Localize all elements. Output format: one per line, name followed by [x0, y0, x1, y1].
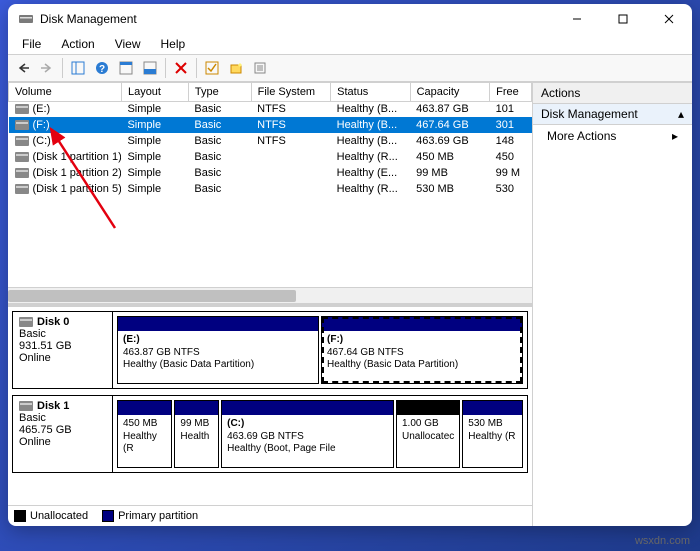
titlebar: Disk Management	[8, 4, 692, 34]
volume-icon	[15, 184, 29, 194]
actions-header: Actions	[533, 83, 692, 104]
volume-row[interactable]: (Disk 1 partition 1)SimpleBasicHealthy (…	[9, 149, 532, 165]
legend: Unallocated Primary partition	[8, 505, 532, 526]
properties-button[interactable]	[249, 57, 271, 79]
menubar: File Action View Help	[8, 34, 692, 54]
volume-icon	[15, 104, 29, 114]
partition[interactable]: 1.00 GBUnallocatec	[396, 400, 460, 468]
disk-graphical-view: Disk 0Basic931.51 GBOnline(E:)463.87 GB …	[8, 307, 532, 505]
disk-management-window: Disk Management File Action View Help ?	[8, 4, 692, 526]
partition[interactable]: (F:)467.64 GB NTFSHealthy (Basic Data Pa…	[321, 316, 523, 384]
col-type[interactable]: Type	[188, 83, 251, 101]
horizontal-scrollbar[interactable]	[8, 287, 532, 303]
actions-section[interactable]: Disk Management ▴	[533, 104, 692, 125]
disk-label[interactable]: Disk 1Basic465.75 GBOnline	[13, 396, 113, 472]
disk-mgmt-icon	[18, 11, 34, 27]
settings-view-button[interactable]	[115, 57, 137, 79]
col-status[interactable]: Status	[331, 83, 410, 101]
collapse-icon: ▴	[678, 107, 684, 121]
back-button[interactable]	[12, 57, 34, 79]
volume-row[interactable]: (C:)SimpleBasicNTFSHealthy (B...463.69 G…	[9, 133, 532, 149]
new-button[interactable]	[225, 57, 247, 79]
actions-pane: Actions Disk Management ▴ More Actions ▸	[532, 83, 692, 526]
delete-button[interactable]	[170, 57, 192, 79]
help-button[interactable]: ?	[91, 57, 113, 79]
disk-label[interactable]: Disk 0Basic931.51 GBOnline	[13, 312, 113, 388]
menu-file[interactable]: File	[14, 36, 49, 52]
menu-view[interactable]: View	[107, 36, 149, 52]
volume-row[interactable]: (E:)SimpleBasicNTFSHealthy (B...463.87 G…	[9, 101, 532, 117]
content-area: Volume Layout Type File System Status Ca…	[8, 82, 692, 526]
show-hide-tree-button[interactable]	[67, 57, 89, 79]
window-controls	[554, 4, 692, 34]
more-actions-item[interactable]: More Actions ▸	[533, 125, 692, 147]
minimize-button[interactable]	[554, 4, 600, 34]
maximize-button[interactable]	[600, 4, 646, 34]
partition[interactable]: 530 MBHealthy (R	[462, 400, 523, 468]
watermark: wsxdn.com	[635, 535, 690, 547]
partition[interactable]: 99 MBHealth	[174, 400, 219, 468]
col-capacity[interactable]: Capacity	[410, 83, 489, 101]
legend-swatch-unallocated	[14, 510, 26, 522]
partition[interactable]: 450 MBHealthy (R	[117, 400, 172, 468]
menu-help[interactable]: Help	[153, 36, 194, 52]
col-volume[interactable]: Volume	[9, 83, 122, 101]
svg-text:?: ?	[99, 64, 105, 75]
check-button[interactable]	[201, 57, 223, 79]
volume-row[interactable]: (F:)SimpleBasicNTFSHealthy (B...467.64 G…	[9, 117, 532, 133]
volume-icon	[15, 136, 29, 146]
legend-swatch-primary	[102, 510, 114, 522]
toolbar: ?	[8, 54, 692, 82]
disk-icon	[19, 401, 33, 411]
col-free[interactable]: Free	[490, 83, 532, 101]
main-panel: Volume Layout Type File System Status Ca…	[8, 83, 532, 526]
disk-row: Disk 0Basic931.51 GBOnline(E:)463.87 GB …	[12, 311, 528, 389]
disk-row: Disk 1Basic465.75 GBOnline450 MBHealthy …	[12, 395, 528, 473]
volume-icon	[15, 168, 29, 178]
volume-icon	[15, 152, 29, 162]
partition[interactable]: (C:)463.69 GB NTFSHealthy (Boot, Page Fi…	[221, 400, 394, 468]
chevron-right-icon: ▸	[672, 129, 678, 143]
column-header-row: Volume Layout Type File System Status Ca…	[9, 83, 532, 101]
volume-row[interactable]: (Disk 1 partition 5)SimpleBasicHealthy (…	[9, 181, 532, 197]
col-layout[interactable]: Layout	[121, 83, 188, 101]
settings-detail-button[interactable]	[139, 57, 161, 79]
disk-icon	[19, 317, 33, 327]
volume-icon	[15, 120, 29, 130]
col-filesystem[interactable]: File System	[251, 83, 330, 101]
forward-button[interactable]	[36, 57, 58, 79]
menu-action[interactable]: Action	[53, 36, 102, 52]
close-button[interactable]	[646, 4, 692, 34]
window-title: Disk Management	[40, 12, 554, 26]
volume-list: Volume Layout Type File System Status Ca…	[8, 83, 532, 307]
partition[interactable]: (E:)463.87 GB NTFSHealthy (Basic Data Pa…	[117, 316, 319, 384]
volume-row[interactable]: (Disk 1 partition 2)SimpleBasicHealthy (…	[9, 165, 532, 181]
